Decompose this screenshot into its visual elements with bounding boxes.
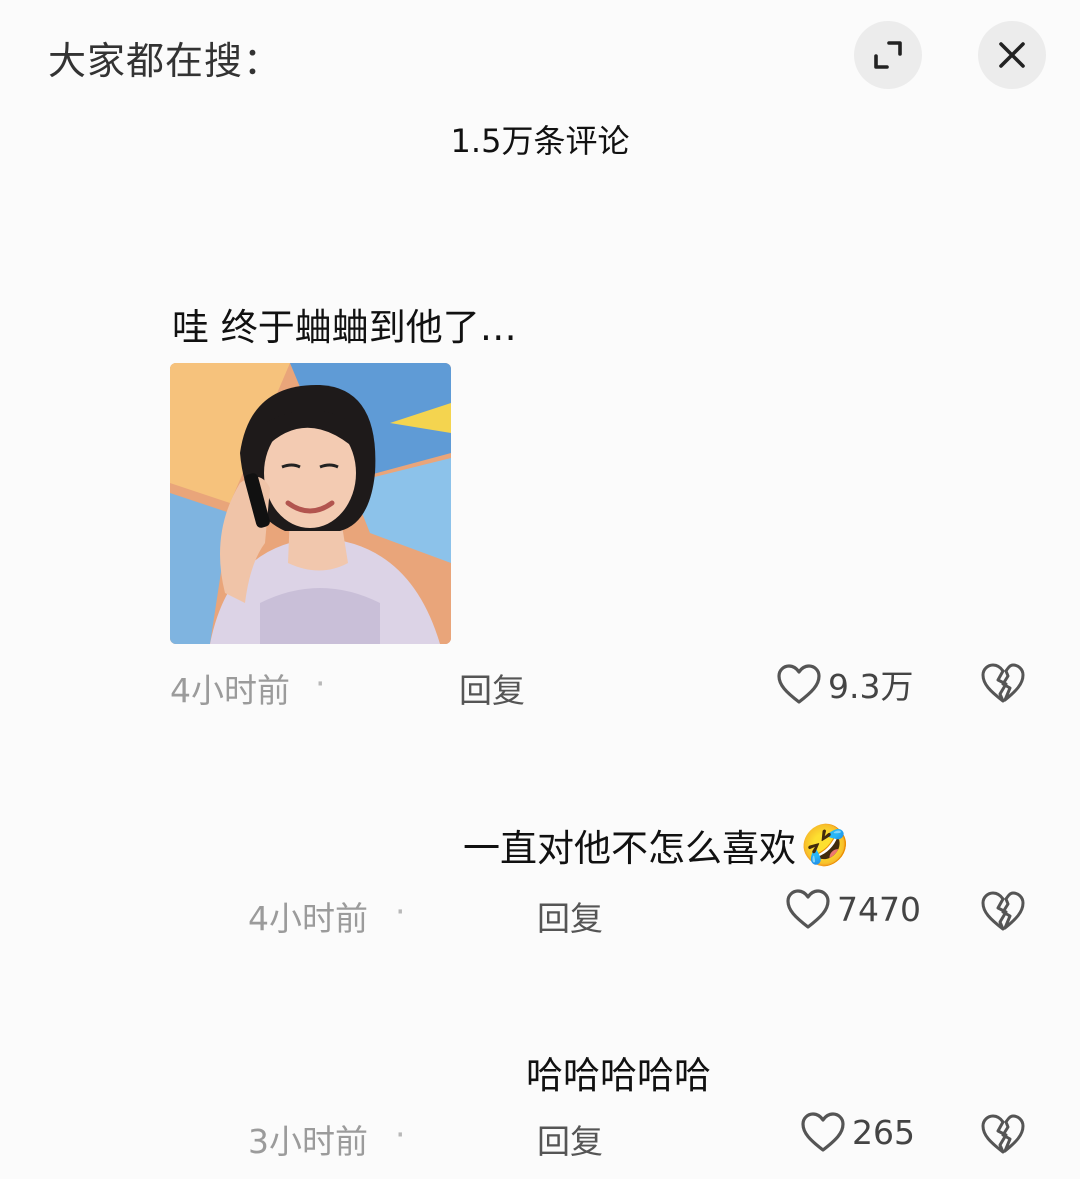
dislike-button[interactable] [980,1113,1026,1159]
comment-time: 3小时前 [248,1122,368,1161]
like-button[interactable]: 265 [800,1111,915,1153]
comment-text: 哇 终于蛐蛐到他了… [172,306,517,349]
laughing-emoji-icon: 🤣 [800,822,850,869]
comment-time: 4小时前 [248,899,368,938]
expand-button[interactable] [854,21,922,89]
comment-image[interactable] [170,363,451,644]
broken-heart-icon [981,891,1025,931]
comment-text: 哈哈哈哈哈 [526,1054,711,1097]
comment-time: 4小时前 [170,671,290,710]
close-icon [999,42,1025,68]
reply-button[interactable]: 回复 [459,664,525,712]
comment-text-body: 一直对他不怎么喜欢 [463,827,796,870]
broken-heart-icon [981,1114,1025,1154]
like-count: 7470 [837,889,921,929]
dislike-button[interactable] [980,890,1026,936]
dislike-button[interactable] [980,662,1026,708]
woman-photo-illustration [170,363,451,644]
like-count: 9.3万 [828,667,914,706]
reply-button[interactable]: 回复 [537,1115,603,1163]
meta-separator: · [395,892,406,931]
expand-icon [874,41,902,69]
heart-icon [801,1112,845,1152]
reply-button[interactable]: 回复 [537,892,603,940]
meta-separator: · [395,1115,406,1154]
comment-count: 1.5万条评论 [450,122,630,160]
heart-icon [786,889,830,929]
heart-icon [777,664,821,704]
search-header-title: 大家都在搜： [48,39,283,83]
like-button[interactable]: 7470 [785,888,921,930]
like-button[interactable]: 9.3万 [776,660,913,708]
close-button[interactable] [978,21,1046,89]
broken-heart-icon [981,663,1025,703]
comment-text: 一直对他不怎么喜欢 🤣 [463,818,850,872]
meta-separator: · [315,664,326,703]
like-count: 265 [852,1112,915,1152]
